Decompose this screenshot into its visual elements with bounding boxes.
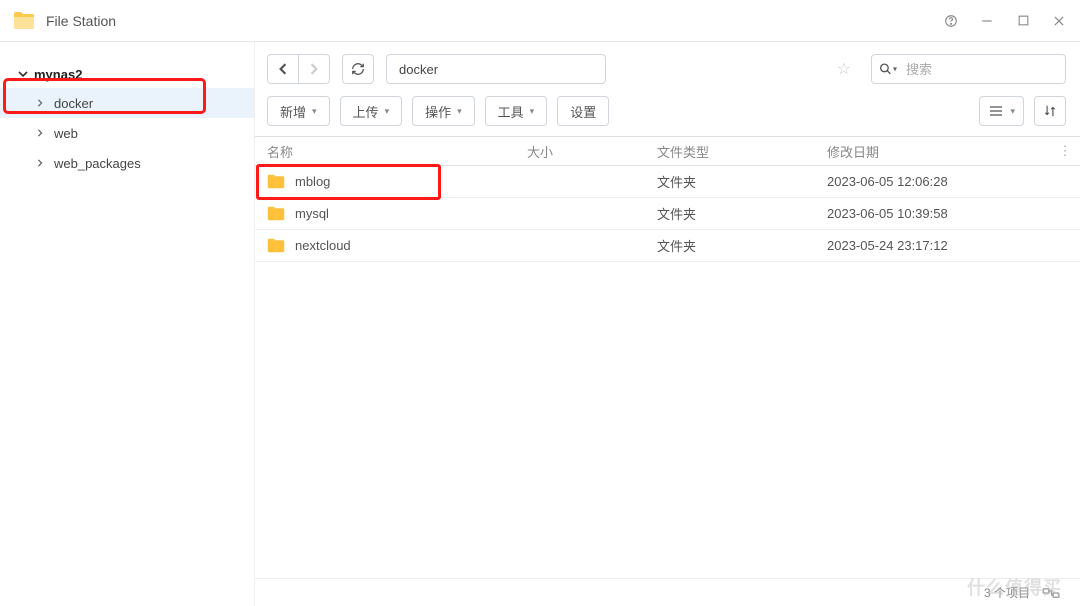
- table-row[interactable]: mblog 文件夹 2023-06-05 12:06:28: [255, 166, 1080, 198]
- file-type: 文件夹: [645, 204, 815, 223]
- main-panel: ☆ ▾ 新增 ▾ 上传 ▾ 操作 ▾ 工具 ▾ 设置 ▾ 名称 大小 文件类型 修改日期: [255, 42, 1080, 606]
- new-button[interactable]: 新增 ▾: [267, 96, 330, 126]
- file-date: 2023-06-05 10:39:58: [815, 206, 1080, 221]
- new-button-label: 新增: [280, 102, 306, 121]
- caret-down-icon: ▾: [530, 106, 535, 117]
- file-list: mblog 文件夹 2023-06-05 12:06:28 mysql 文件夹 …: [255, 166, 1080, 262]
- file-name: mblog: [295, 174, 330, 189]
- statusbar: 3 个项目: [255, 578, 1080, 606]
- column-header-date[interactable]: 修改日期: [815, 142, 1050, 161]
- folder-icon: [267, 174, 285, 189]
- sidebar: mynas2 docker web web_packages: [0, 42, 255, 606]
- column-options-icon[interactable]: ⋮: [1050, 143, 1080, 159]
- caret-down-icon: ▾: [1010, 106, 1015, 117]
- sidebar-item-web-packages[interactable]: web_packages: [0, 148, 254, 178]
- tree-root-label: mynas2: [34, 67, 82, 82]
- file-date: 2023-05-24 23:17:12: [815, 238, 1080, 253]
- tree-root[interactable]: mynas2: [0, 60, 254, 88]
- file-name: mysql: [295, 206, 329, 221]
- caret-down-icon: ▾: [385, 106, 390, 117]
- file-date: 2023-06-05 12:06:28: [815, 174, 1080, 189]
- view-mode-button[interactable]: ▾: [979, 96, 1024, 126]
- sidebar-item-docker[interactable]: docker: [0, 88, 254, 118]
- app-folder-icon: [12, 9, 36, 33]
- file-name: nextcloud: [295, 238, 351, 253]
- sidebar-item-label: web: [54, 126, 78, 141]
- settings-button[interactable]: 设置: [557, 96, 609, 126]
- chevron-right-icon: [36, 99, 44, 107]
- app-title: File Station: [46, 13, 942, 29]
- item-count: 3 个项目: [984, 584, 1030, 601]
- caret-down-icon: ▾: [312, 106, 317, 117]
- column-header-name[interactable]: 名称: [255, 142, 515, 161]
- tool-button[interactable]: 工具 ▾: [485, 96, 548, 126]
- action-button-label: 操作: [425, 102, 451, 121]
- search-input[interactable]: [871, 54, 1066, 84]
- action-button[interactable]: 操作 ▾: [412, 96, 475, 126]
- tool-button-label: 工具: [498, 102, 524, 121]
- chevron-down-icon: [18, 69, 28, 79]
- upload-button[interactable]: 上传 ▾: [340, 96, 403, 126]
- file-type: 文件夹: [645, 172, 815, 191]
- close-icon[interactable]: [1050, 12, 1068, 30]
- titlebar: File Station: [0, 0, 1080, 42]
- file-type: 文件夹: [645, 236, 815, 255]
- table-row[interactable]: mysql 文件夹 2023-06-05 10:39:58: [255, 198, 1080, 230]
- sidebar-item-label: web_packages: [54, 156, 141, 171]
- sidebar-item-web[interactable]: web: [0, 118, 254, 148]
- column-header-size[interactable]: 大小: [515, 142, 645, 161]
- path-input[interactable]: [386, 54, 606, 84]
- sort-button[interactable]: [1034, 96, 1066, 126]
- column-header-type[interactable]: 文件类型: [645, 142, 815, 161]
- search-icon: [879, 63, 892, 76]
- search-dropdown-caret-icon[interactable]: ▾: [893, 65, 897, 74]
- toolbar-nav: ☆ ▾: [255, 42, 1080, 90]
- caret-down-icon: ▾: [457, 106, 462, 117]
- settings-button-label: 设置: [570, 102, 596, 121]
- chevron-right-icon: [36, 159, 44, 167]
- chevron-right-icon: [36, 129, 44, 137]
- sidebar-item-label: docker: [54, 96, 93, 111]
- folder-icon: [267, 238, 285, 253]
- connection-icon: [1042, 588, 1060, 598]
- table-row[interactable]: nextcloud 文件夹 2023-05-24 23:17:12: [255, 230, 1080, 262]
- upload-button-label: 上传: [353, 102, 379, 121]
- nav-back-button[interactable]: [267, 54, 299, 84]
- toolbar-actions: 新增 ▾ 上传 ▾ 操作 ▾ 工具 ▾ 设置 ▾: [255, 90, 1080, 136]
- folder-icon: [267, 206, 285, 221]
- refresh-button[interactable]: [342, 54, 374, 84]
- nav-forward-button[interactable]: [298, 54, 330, 84]
- table-header: 名称 大小 文件类型 修改日期 ⋮: [255, 136, 1080, 166]
- minimize-icon[interactable]: [978, 12, 996, 30]
- help-icon[interactable]: [942, 12, 960, 30]
- window-controls: [942, 12, 1068, 30]
- favorite-star-icon[interactable]: ☆: [837, 59, 851, 79]
- maximize-icon[interactable]: [1014, 12, 1032, 30]
